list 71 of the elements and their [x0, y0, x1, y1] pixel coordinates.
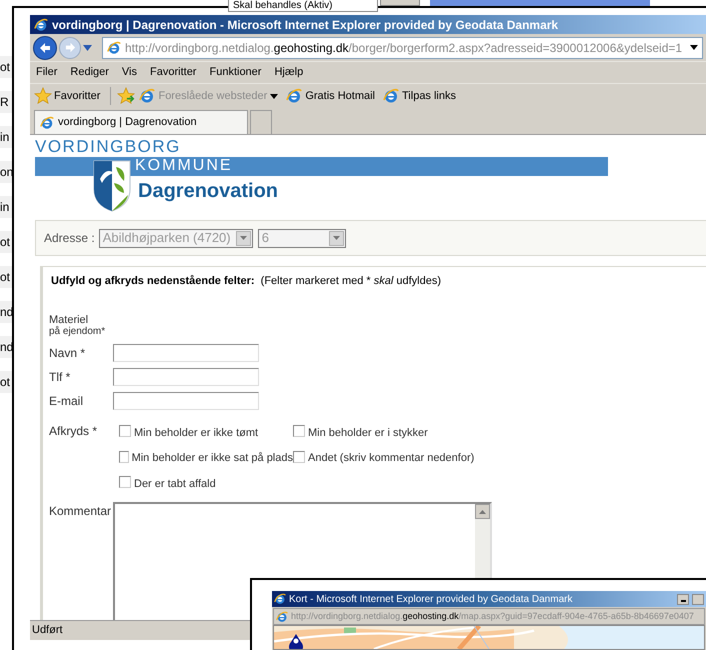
menu-item[interactable]: Favoritter [150, 64, 196, 81]
menu-item[interactable]: Hjælp [274, 64, 304, 81]
list-text: ot [0, 371, 12, 393]
dropdown-button[interactable] [380, 0, 420, 6]
status-dropdown[interactable]: Skal behandles (Aktiv) [228, 0, 378, 12]
input-field[interactable] [113, 344, 259, 362]
field-label: E-mail [49, 392, 84, 410]
field-label: Materiel [49, 314, 90, 326]
checkbox-label: Min beholder er ikke tømt [134, 426, 258, 440]
left-arrow-icon [39, 42, 51, 54]
window-title: Kort - Microsoft Internet Explorer provided by Geodata Danmark [289, 592, 574, 606]
caret-icon [270, 94, 278, 98]
window-title: vordingborg | Dagrenovation - Microsoft Internet Explorer provided by Geodata Danmark [52, 16, 558, 34]
browser-icon [34, 18, 48, 32]
scroll-up-icon[interactable] [475, 504, 490, 519]
address-text: http://vordingborg.netdialog.geohosting.dk/borger/borgerform2.aspx?adresseid=3900012006&ydelseid=1 [125, 40, 682, 56]
menu-item[interactable]: Filer [36, 64, 58, 81]
shield-icon [92, 159, 132, 212]
link-button[interactable]: Gratis Hotmail [286, 88, 375, 104]
star-icon[interactable] [34, 87, 52, 105]
minimize-button[interactable] [677, 594, 689, 604]
link-button[interactable]: Tilpas links [383, 88, 456, 104]
menu-item[interactable]: Rediger [70, 64, 109, 81]
field-label: på ejendom* [49, 326, 106, 338]
logo-text: VORDINGBORG [35, 137, 182, 157]
browser-tab[interactable]: vordingborg | Dagrenovation [34, 110, 248, 134]
list-text: ot [0, 266, 12, 288]
back-button[interactable] [33, 36, 57, 60]
list-text: ot [0, 56, 12, 78]
checkbox[interactable] [293, 450, 305, 463]
field-label: Navn * [49, 344, 86, 362]
checkbox[interactable] [119, 476, 131, 488]
menu-item[interactable]: Funktioner [209, 64, 262, 81]
list-text: ot [0, 231, 12, 253]
dropdown-arrow-icon[interactable] [690, 45, 698, 50]
list-text: in [0, 126, 12, 148]
checkbox-label: Min beholder er i stykker [308, 426, 428, 440]
new-tab-button[interactable] [250, 110, 272, 134]
checkbox-label: Min beholder er ikke sat på plads [132, 451, 293, 466]
logo-band: KOMMUNE [35, 157, 608, 176]
history-caret-icon[interactable] [83, 44, 92, 50]
address-field[interactable]: http://vordingborg.netdialog.geohosting.dk/map.aspx?guid=97ecdaff-904e-4765-a65b-8b46697e0407 [273, 608, 705, 625]
address-text: http://vordingborg.netdialog.geohosting.dk/map.aspx?guid=97ecdaff-904e-4765-a65b-8b46697e0407 [291, 610, 694, 623]
checkbox-label: Andet (skriv kommentar nedenfor) [308, 451, 474, 466]
field-label: Kommentar [49, 503, 112, 520]
field-label: Tlf * [49, 368, 72, 386]
browser-icon [274, 593, 286, 605]
browser-icon [276, 610, 288, 622]
favorites-button[interactable]: Favoritter [34, 87, 104, 105]
list-text: in [0, 196, 12, 218]
right-arrow-icon [64, 42, 76, 53]
checkbox-label: Der er tabt affald [134, 476, 216, 492]
checkbox[interactable] [119, 450, 129, 463]
add-favorite-icon[interactable] [117, 87, 136, 105]
browser-icon [383, 88, 399, 104]
checkbox[interactable] [293, 425, 305, 438]
status-text: Udført [32, 623, 63, 638]
browser-icon [40, 116, 54, 130]
input-field[interactable] [113, 392, 259, 410]
address-field[interactable]: http://vordingborg.netdialog.geohosting.dk/borger/borgerform2.aspx?adresseid=3900012006&ydelseid=1 [102, 36, 703, 58]
instruction-text: Udfyld og afkryds nedenstående felter: (Felter markeret med *skal udfyldes) [51, 274, 442, 289]
browser-icon [139, 88, 156, 104]
input-field[interactable] [113, 368, 259, 386]
browser-icon [286, 88, 302, 104]
checkbox[interactable] [119, 425, 131, 438]
field-label: Adresse : [44, 230, 95, 247]
field-label: Afkryds * [49, 422, 98, 440]
page-heading: Dagrenovation [138, 179, 278, 203]
list-text: R [0, 91, 12, 113]
browser-icon [107, 40, 121, 54]
menu-item[interactable]: Vis [122, 64, 138, 81]
